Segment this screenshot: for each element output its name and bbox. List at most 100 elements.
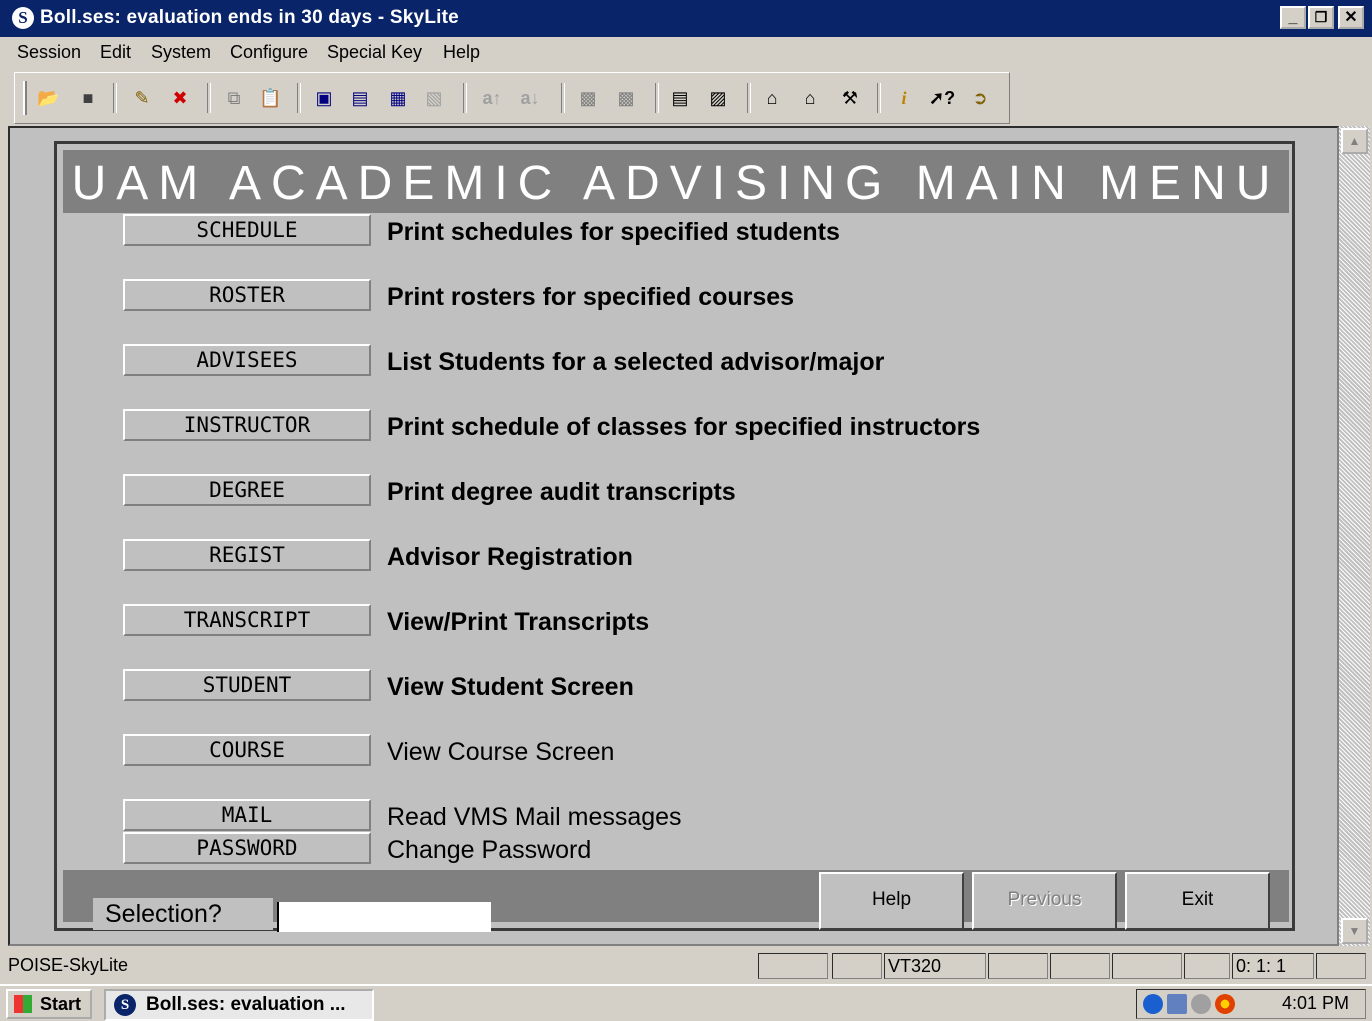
menu-bar: Session Edit System Configure Special Ke…: [0, 37, 1372, 69]
transcript-button[interactable]: TRANSCRIPT: [123, 604, 371, 636]
context-help-icon[interactable]: ➚?: [929, 87, 955, 109]
windows-logo-icon: [14, 995, 32, 1013]
skylite-app-icon[interactable]: S: [12, 7, 34, 29]
instructor-button[interactable]: INSTRUCTOR: [123, 409, 371, 441]
toolbar-grip[interactable]: [23, 81, 27, 115]
taskbar-skylite-task[interactable]: S Boll.ses: evaluation ...: [104, 989, 374, 1021]
cursor-position: 0: 1: 1: [1232, 953, 1314, 979]
toolbar-separator: [877, 83, 881, 113]
transfer-icon[interactable]: ▦: [387, 87, 409, 109]
status-cell: [1316, 953, 1366, 979]
advisees-button[interactable]: ADVISEES: [123, 344, 371, 376]
vertical-scrollbar[interactable]: ▲ ▼: [1339, 126, 1370, 946]
previous-button[interactable]: Previous: [972, 872, 1117, 930]
paste-icon[interactable]: 📋: [259, 87, 281, 109]
network-monitor-icon[interactable]: [1143, 994, 1163, 1014]
tools-icon[interactable]: ⚒: [839, 87, 861, 109]
menu-session[interactable]: Session: [17, 42, 81, 63]
course-button[interactable]: COURSE: [123, 734, 371, 766]
title-bar: S Boll.ses: evaluation ends in 30 days -…: [0, 0, 1372, 37]
info-icon[interactable]: i: [893, 87, 915, 109]
toolbar: 📂 ■ ✎ ✖ ⧉ 📋 ▣ ▤ ▦ ▧ a↑ a↓ ▩ ▩ ▤ ▨ ⌂ ⌂ ⚒ …: [14, 72, 1010, 124]
toolbar-separator: [561, 83, 565, 113]
toolbar-separator: [207, 83, 211, 113]
status-bar: POISE-SkyLite VT320 0: 1: 1: [0, 948, 1372, 982]
terminal-config-icon[interactable]: ⌂: [799, 87, 821, 109]
selection-input[interactable]: [277, 902, 491, 932]
scroll-down-icon[interactable]: ▼: [1341, 918, 1368, 944]
scroll-up-icon[interactable]: ▲: [1341, 128, 1368, 154]
toolbar-separator: [655, 83, 659, 113]
host-config-icon[interactable]: ⌂: [761, 87, 783, 109]
schedule-button[interactable]: SCHEDULE: [123, 214, 371, 246]
status-cell: [1184, 953, 1230, 979]
font-decrease-icon[interactable]: a↓: [519, 87, 541, 109]
toolbar-separator: [463, 83, 467, 113]
student-button[interactable]: STUDENT: [123, 669, 371, 701]
playback-icon[interactable]: ▩: [615, 87, 637, 109]
minimize-button[interactable]: _: [1280, 6, 1306, 29]
exit-button[interactable]: Exit: [1125, 872, 1270, 930]
print-icon[interactable]: ▤: [669, 87, 691, 109]
instructor-description: Print schedule of classes for specified …: [387, 413, 981, 441]
status-cell: [988, 953, 1048, 979]
font-increase-icon[interactable]: a↑: [481, 87, 503, 109]
capture-icon[interactable]: ▩: [577, 87, 599, 109]
terminal-type: VT320: [884, 953, 986, 979]
password-button[interactable]: PASSWORD: [123, 832, 371, 864]
open-folder-icon[interactable]: 📂: [37, 87, 59, 109]
taskbar: Start S Boll.ses: evaluation ... 4:01 PM: [0, 984, 1372, 1021]
course-description: View Course Screen: [387, 738, 615, 766]
mail-description: Read VMS Mail messages: [387, 803, 682, 831]
stop-icon[interactable]: ▤: [349, 87, 371, 109]
toolbar-separator: [297, 83, 301, 113]
menu-edit[interactable]: Edit: [100, 42, 131, 63]
roster-button[interactable]: ROSTER: [123, 279, 371, 311]
screen-title: UAM ACADEMIC ADVISING MAIN MENU: [71, 157, 1281, 210]
receive-icon[interactable]: ▧: [423, 87, 445, 109]
window-title: Boll.ses: evaluation ends in 30 days - S…: [40, 7, 459, 28]
menu-special-key[interactable]: Special Key: [327, 42, 422, 63]
status-cell: [832, 953, 882, 979]
toolbar-separator: [747, 83, 751, 113]
menu-system[interactable]: System: [151, 42, 211, 63]
record-icon[interactable]: ▣: [313, 87, 335, 109]
degree-description: Print degree audit transcripts: [387, 478, 736, 506]
skylite-task-icon: S: [114, 994, 136, 1016]
new-session-icon[interactable]: ✎: [131, 87, 153, 109]
menu-help[interactable]: Help: [443, 42, 480, 63]
toolbar-separator: [113, 83, 117, 113]
maximize-button[interactable]: ❐: [1308, 6, 1334, 29]
volume-icon[interactable]: [1191, 994, 1211, 1014]
close-button[interactable]: ✕: [1338, 6, 1364, 29]
transcript-description: View/Print Transcripts: [387, 608, 650, 636]
advisees-description: List Students for a selected advisor/maj…: [387, 348, 885, 376]
mail-button[interactable]: MAIL: [123, 799, 371, 831]
password-description: Change Password: [387, 836, 592, 864]
menu-configure[interactable]: Configure: [230, 42, 308, 63]
copy-icon[interactable]: ⧉: [223, 87, 245, 109]
start-button[interactable]: Start: [6, 989, 92, 1019]
student-description: View Student Screen: [387, 673, 634, 701]
delete-session-icon[interactable]: ✖: [169, 87, 191, 109]
save-icon[interactable]: ■: [77, 87, 99, 109]
antivirus-icon[interactable]: [1215, 994, 1235, 1014]
status-cell: [758, 953, 828, 979]
task-label: Boll.ses: evaluation ...: [146, 994, 346, 1015]
status-text: POISE-SkyLite: [8, 955, 129, 975]
main-menu-panel: UAM ACADEMIC ADVISING MAIN MENU SCHEDULE…: [54, 141, 1295, 932]
help-button[interactable]: Help: [819, 872, 964, 930]
print-setup-icon[interactable]: ▨: [707, 87, 729, 109]
header-band: UAM ACADEMIC ADVISING MAIN MENU: [63, 150, 1289, 213]
schedule-description: Print schedules for specified students: [387, 218, 840, 246]
exit-icon[interactable]: ➲: [969, 87, 991, 109]
status-cell: [1050, 953, 1110, 979]
network-connection-icon[interactable]: [1167, 994, 1187, 1014]
system-tray: 4:01 PM: [1136, 989, 1366, 1019]
degree-button[interactable]: DEGREE: [123, 474, 371, 506]
status-cell: [1112, 953, 1182, 979]
regist-button[interactable]: REGIST: [123, 539, 371, 571]
regist-description: Advisor Registration: [387, 543, 633, 571]
start-label: Start: [40, 994, 82, 1014]
clock: 4:01 PM: [1281, 993, 1349, 1013]
